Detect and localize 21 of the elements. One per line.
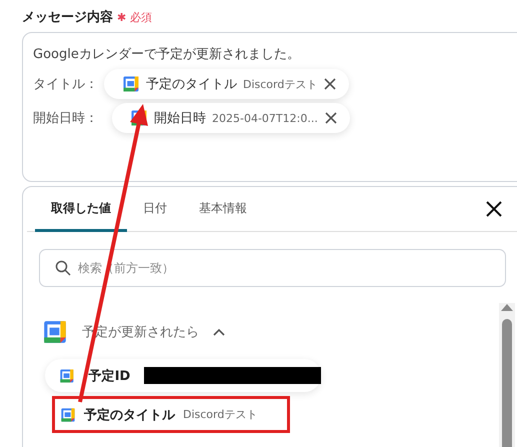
tab[interactable]: 日付 xyxy=(127,188,183,232)
value-item[interactable]: 予定ID xyxy=(45,359,321,392)
chip-value: Discordテスト xyxy=(243,76,318,92)
message-field[interactable]: Googleカレンダーで予定が更新されました。 タイトル： 予定のタイトル Discordテスト 開始日時： 開始日時 2025-04-07T12:0... xyxy=(22,32,517,182)
tab[interactable]: 取得した値 xyxy=(35,188,127,232)
field-prefix: 開始日時： xyxy=(33,110,98,127)
item-name: 予定ID xyxy=(88,368,130,384)
item-value: Discordテスト xyxy=(183,407,258,422)
item-name: 予定のタイトル xyxy=(84,406,175,424)
chip-name: 開始日時 xyxy=(154,110,206,127)
chip-name: 予定のタイトル xyxy=(146,76,237,93)
message-text: Googleカレンダーで予定が更新されました。 xyxy=(33,46,301,64)
field-prefix: タイトル： xyxy=(33,76,98,93)
required-label: 必須 xyxy=(130,10,152,24)
chip-value: 2025-04-07T12:0... xyxy=(212,112,318,124)
variable-chip[interactable]: 予定のタイトル Discordテスト xyxy=(104,69,350,99)
variable-chip[interactable]: 開始日時 2025-04-07T12:0... xyxy=(112,103,350,133)
field-label: メッセージ内容 xyxy=(22,8,113,26)
required-asterisk: ✱ xyxy=(117,10,126,24)
highlighted-value-item[interactable]: 予定のタイトル Discordテスト xyxy=(52,396,290,433)
tab[interactable]: 基本情報 xyxy=(183,188,263,232)
